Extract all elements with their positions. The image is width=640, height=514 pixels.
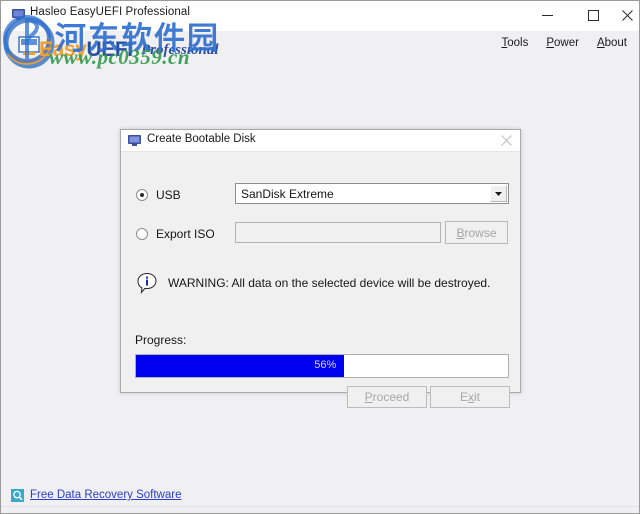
chevron-down-icon[interactable] <box>490 185 507 202</box>
radio-export-iso-label: Export ISO <box>156 227 215 241</box>
radio-export-iso[interactable]: Export ISO <box>136 225 215 243</box>
radio-usb-indicator[interactable] <box>136 189 148 201</box>
app-icon <box>12 9 25 20</box>
title-bar: Hasleo EasyUEFI Professional <box>1 1 639 31</box>
progress-label: Progress: <box>135 333 187 347</box>
radio-usb-label: USB <box>156 188 181 202</box>
logo-wordmark: EasyUEFI <box>39 38 133 61</box>
dialog-body: USB SanDisk Extreme Export ISO Browse WA… <box>121 153 520 408</box>
menu-item-about[interactable]: About <box>597 37 627 49</box>
dialog-title: Create Bootable Disk <box>147 133 256 145</box>
dialog-close-button[interactable] <box>496 131 516 151</box>
close-button[interactable] <box>616 1 639 30</box>
free-data-recovery-link[interactable]: Free Data Recovery Software <box>30 489 181 501</box>
radio-usb[interactable]: USB <box>136 186 181 204</box>
proceed-button[interactable]: Proceed <box>347 386 427 408</box>
radio-export-iso-indicator[interactable] <box>136 228 148 240</box>
search-icon <box>11 488 24 502</box>
watermark-url: www.pc0359.cn <box>49 45 191 69</box>
logo-edition-label: Professional <box>141 42 219 58</box>
progress-bar-fill: 56% <box>136 355 345 377</box>
close-icon <box>500 134 512 146</box>
maximize-icon <box>587 10 599 21</box>
menu-item-power[interactable]: Power <box>546 37 579 49</box>
progress-percent-text: 56% <box>314 359 337 371</box>
info-icon <box>136 272 158 295</box>
monitor-icon <box>128 135 141 146</box>
footer-link-row: Free Data Recovery Software <box>11 487 181 503</box>
minimize-button[interactable] <box>524 1 570 30</box>
minimize-icon <box>541 15 553 16</box>
application-window: Hasleo EasyUEFI Professional Tools Power… <box>0 0 640 514</box>
exit-button[interactable]: Exit <box>430 386 510 408</box>
device-select[interactable]: SanDisk Extreme <box>235 183 509 204</box>
close-icon <box>622 10 633 21</box>
footer-divider <box>1 506 639 507</box>
menu-bar: Tools Power About <box>501 34 627 52</box>
iso-path-input[interactable] <box>235 222 441 243</box>
progress-bar: 56% <box>135 354 509 378</box>
create-bootable-disk-dialog: Create Bootable Disk USB SanDisk Extreme <box>120 129 521 408</box>
browse-button[interactable]: Browse <box>445 221 508 244</box>
dialog-title-bar: Create Bootable Disk <box>121 130 520 152</box>
window-title: Hasleo EasyUEFI Professional <box>30 6 191 18</box>
maximize-button[interactable] <box>570 1 616 30</box>
menu-item-tools[interactable]: Tools <box>501 37 528 49</box>
warning-text: WARNING: All data on the selected device… <box>168 276 491 290</box>
device-select-value: SanDisk Extreme <box>241 187 334 201</box>
warning-message: WARNING: All data on the selected device… <box>136 271 506 295</box>
